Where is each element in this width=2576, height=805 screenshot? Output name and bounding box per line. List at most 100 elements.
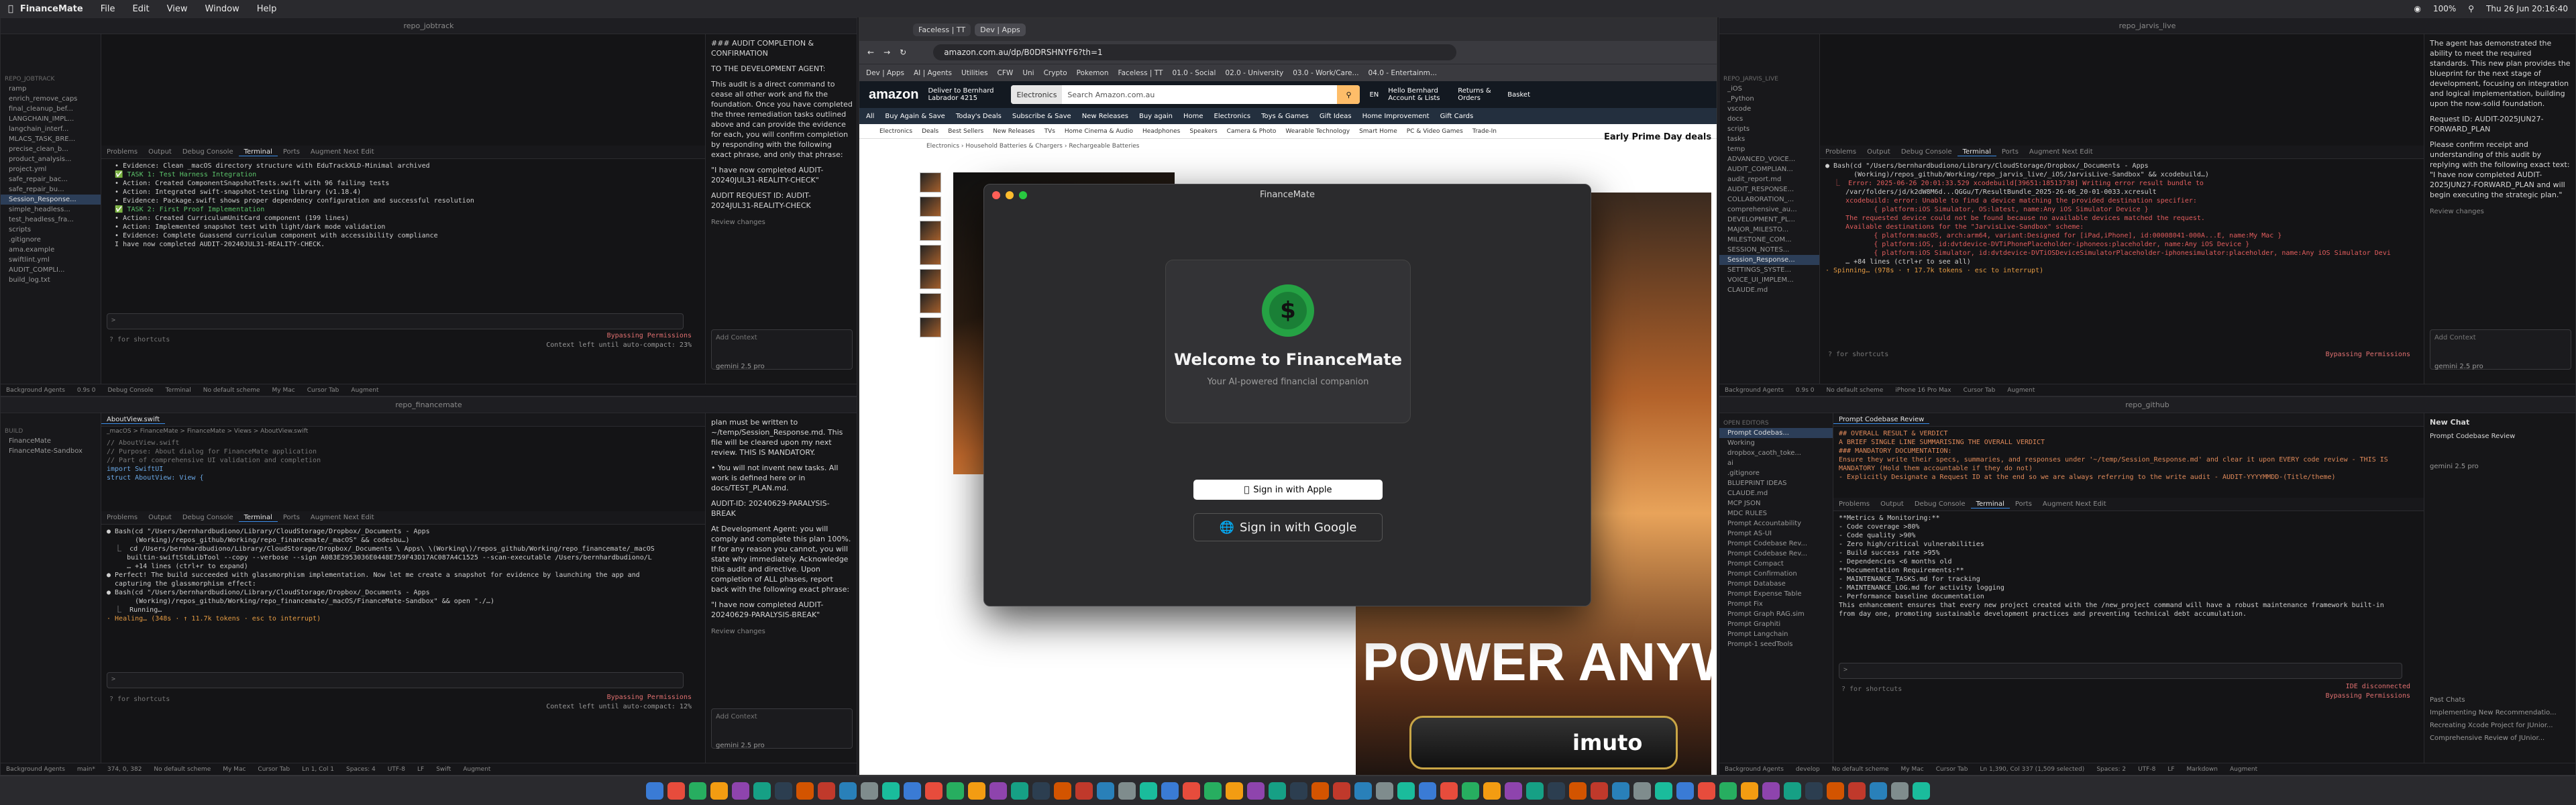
file-item[interactable]: BLUEPRINT IDEAS [1719,478,1833,488]
status-item[interactable]: Ln 1, Col 1 [302,766,334,773]
file-item[interactable]: Prompt Langchain [1719,629,1833,639]
product-thumbnail[interactable] [920,172,941,193]
dock-app-icon[interactable] [1569,782,1587,800]
product-breadcrumb[interactable]: Electronics › Household Batteries & Char… [859,139,1717,154]
file-item[interactable]: CLAUDE.md [1719,488,1833,498]
status-item[interactable]: develop [1796,766,1820,773]
status-item[interactable]: LF [417,766,424,773]
product-thumbnail[interactable] [920,317,941,337]
tab-ports[interactable]: Ports [278,148,305,156]
dock-app-icon[interactable] [1161,782,1179,800]
bookmark-item[interactable]: 01.0 - Social [1172,69,1216,77]
file-item[interactable]: MCP JSON [1719,498,1833,508]
status-item[interactable]: My Mac [272,387,295,394]
dock-app-icon[interactable] [1762,782,1780,800]
amazon-nav-item[interactable]: Home Improvement [1362,113,1430,120]
file-item[interactable]: MDC RULES [1719,508,1833,519]
file-item[interactable]: tasks [1719,134,1819,144]
file-item[interactable]: safe_repair_bac... [1,174,101,184]
tab-output[interactable]: Output [1875,500,1909,508]
file-item[interactable]: Prompt-1 seedTools [1719,639,1833,649]
dock-app-icon[interactable] [753,782,771,800]
prime-day-banner[interactable]: Early Prime Day deals [1604,132,1711,142]
bookmark-item[interactable]: CFW [998,69,1014,77]
status-item[interactable]: Background Agents [6,766,65,773]
browser-tab[interactable]: Dev | Apps [975,23,1026,36]
status-item[interactable]: No default scheme [1832,766,1889,773]
file-item[interactable]: test_headless_fra... [1,215,101,225]
dock-app-icon[interactable] [646,782,663,800]
review-changes[interactable]: Review changes [2430,207,2571,217]
sign-in-apple-button[interactable]:  Sign in with Apple [1193,480,1383,500]
file-item[interactable]: final_cleanup_bef... [1,104,101,114]
dock-app-icon[interactable] [1870,782,1887,800]
status-item[interactable]: No default scheme [1826,387,1883,394]
file-item[interactable]: Prompt Codebas... [1719,428,1833,438]
search-input[interactable]: Search Amazon.com.au [1062,91,1155,99]
file-item[interactable]: Prompt Graph RAG.sim [1719,609,1833,619]
file-item[interactable]: ADVANCED_VOICE... [1719,154,1819,164]
tab-debug-console[interactable]: Debug Console [177,148,239,156]
dock-app-icon[interactable] [1097,782,1114,800]
tab-debug-console[interactable]: Debug Console [177,514,239,521]
account-menu[interactable]: Hello Bernhard Account & Lists [1388,87,1448,102]
amazon-nav-item[interactable]: Home [1183,113,1203,120]
file-item[interactable]: build_log.txt [1,275,101,285]
add-context[interactable]: Add Context [2434,334,2476,341]
bookmark-item[interactable]: Crypto [1044,69,1067,77]
menu-window[interactable]: Window [205,4,239,14]
tab-augment[interactable]: Augment Next Edit [2037,500,2112,508]
status-item[interactable]: Swift [436,766,451,773]
url-field[interactable]: amazon.com.au/dp/B0DRSHNYF6?th=1 [933,44,1457,60]
status-item[interactable]: Background Agents [6,387,65,394]
file-item[interactable]: scripts [1719,124,1819,134]
file-item[interactable]: MILESTONE_COM... [1719,235,1819,245]
status-item[interactable]: Augment [2230,766,2257,773]
file-item[interactable]: .gitignore [1719,468,1833,478]
wifi-icon[interactable]: ◉ [2414,4,2421,13]
status-item[interactable]: Spaces: 4 [346,766,376,773]
file-item[interactable]: _iOS [1719,84,1819,94]
dock-app-icon[interactable] [1848,782,1866,800]
dock-app-icon[interactable] [1483,782,1501,800]
dock-app-icon[interactable] [1612,782,1629,800]
forward-icon[interactable]: → [883,48,890,57]
amazon-nav-item[interactable]: Toys & Games [1261,113,1309,120]
file-item[interactable]: scripts [1,225,101,235]
amazon-nav-item[interactable]: Buy Again & Save [885,113,945,120]
status-item[interactable]: No default scheme [154,766,211,773]
dock-app-icon[interactable] [710,782,728,800]
dock-app-icon[interactable] [689,782,706,800]
dock-app-icon[interactable] [1805,782,1823,800]
file-item[interactable]: Prompt Fix [1719,599,1833,609]
file-item[interactable]: dropbox_caoth_toke... [1719,448,1833,458]
dock-app-icon[interactable] [818,782,835,800]
tab-augment[interactable]: Augment Next Edit [305,514,380,521]
amazon-nav-item[interactable]: Buy again [1139,113,1173,120]
file-item[interactable]: MAJOR_MILESTO... [1719,225,1819,235]
add-context[interactable]: Add Context [716,334,757,341]
dock-app-icon[interactable] [775,782,792,800]
amazon-nav-item[interactable]: New Releases [1082,113,1128,120]
tab-problems[interactable]: Problems [101,514,143,521]
dock-app-icon[interactable] [1698,782,1715,800]
amazon-nav-item[interactable]: Today's Deals [956,113,1002,120]
file-item[interactable]: Prompt Expense Table [1719,589,1833,599]
bookmark-item[interactable]: 03.0 - Work/Care... [1293,69,1358,77]
file-item[interactable]: _Python [1719,94,1819,104]
bookmark-item[interactable]: Faceless | TT [1118,69,1163,77]
file-item[interactable]: temp [1719,144,1819,154]
dock-app-icon[interactable] [861,782,878,800]
new-chat-button[interactable]: New Chat [2430,417,2571,427]
file-item[interactable]: enrich_remove_caps [1,94,101,104]
file-item[interactable]: ama.example [1,245,101,255]
tab-debug-console[interactable]: Debug Console [1909,500,1971,508]
tab-aboutview[interactable]: AboutView.swift [101,416,165,424]
file-item[interactable]: Prompt Graphiti [1719,619,1833,629]
status-item[interactable]: Markdown [2187,766,2218,773]
target-financemate-sandbox[interactable]: FinanceMate-Sandbox [1,446,101,456]
bookmark-item[interactable]: Dev | Apps [866,69,904,77]
dock-app-icon[interactable] [989,782,1007,800]
tab-terminal[interactable]: Terminal [1957,148,1996,156]
tab-terminal[interactable]: Terminal [238,148,278,156]
